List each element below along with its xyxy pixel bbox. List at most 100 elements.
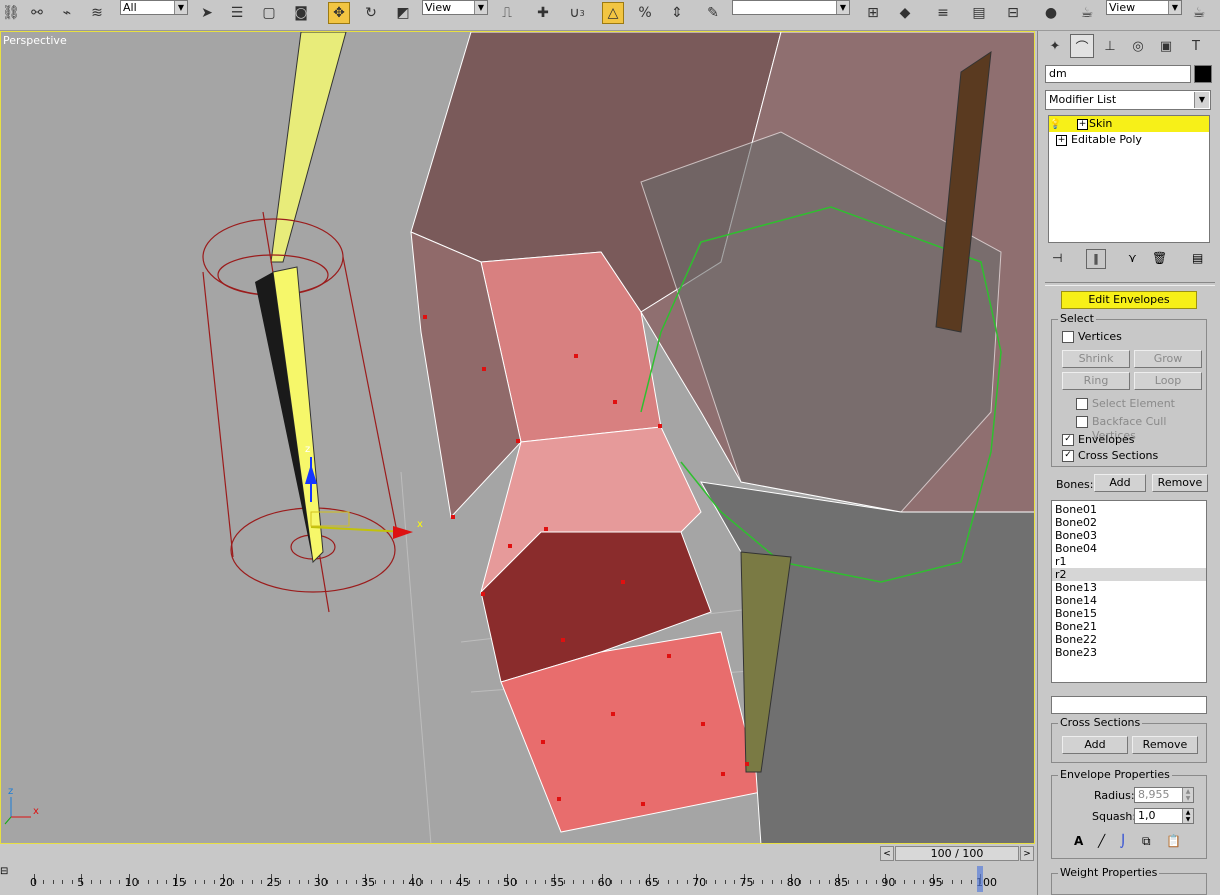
make-unique-icon[interactable]: ⋎ xyxy=(1128,251,1137,265)
align-icon[interactable]: ◆ xyxy=(894,2,916,24)
cross-sections-checkbox[interactable]: ✓ Cross Sections xyxy=(1062,449,1158,463)
rotate-icon[interactable]: ↻ xyxy=(360,2,382,24)
ring-button[interactable]: Ring xyxy=(1062,372,1130,390)
list-item[interactable]: r1 xyxy=(1052,555,1206,568)
utilities-tab-icon[interactable]: T xyxy=(1184,34,1208,58)
mirror-icon[interactable]: ⊞ xyxy=(862,2,884,24)
ruler-label: 60 xyxy=(597,876,612,889)
viewport-scene: z x z x xyxy=(4,32,1034,843)
remove-bone-button[interactable]: Remove xyxy=(1152,474,1208,492)
ruler-tick xyxy=(875,880,877,884)
schematic-view-icon[interactable]: ⊟ xyxy=(1002,2,1024,24)
motion-tab-icon[interactable]: ◎ xyxy=(1126,34,1150,58)
shrink-button[interactable]: Shrink xyxy=(1062,350,1130,368)
select-element-checkbox[interactable]: Select Element xyxy=(1076,397,1175,411)
ruler-tick xyxy=(639,880,641,884)
bone-name-field[interactable] xyxy=(1051,696,1207,714)
envelopes-checkbox[interactable]: ✓ Envelopes xyxy=(1062,433,1134,447)
list-item[interactable]: Bone14 xyxy=(1052,594,1206,607)
use-pivot-icon[interactable]: ⎍ xyxy=(496,2,518,24)
add-bone-button[interactable]: Add xyxy=(1094,474,1146,492)
move-icon[interactable]: ✥ xyxy=(328,2,350,24)
rect-region-icon[interactable]: ▢ xyxy=(258,2,280,24)
loop-button[interactable]: Loop xyxy=(1134,372,1202,390)
select-link-icon[interactable]: ⛓ xyxy=(0,2,22,24)
add-cross-section-button[interactable]: Add xyxy=(1062,736,1128,754)
select-object-icon[interactable]: ➤ xyxy=(196,2,218,24)
list-item[interactable]: Bone21 xyxy=(1052,620,1206,633)
list-item-selected[interactable]: r2 xyxy=(1052,568,1206,581)
chevron-down-icon: ▼ xyxy=(474,1,487,14)
render-scene-icon[interactable]: ☕ xyxy=(1076,2,1098,24)
select-by-name-icon[interactable]: ☰ xyxy=(226,2,248,24)
remove-cross-section-button[interactable]: Remove xyxy=(1132,736,1198,754)
bind-space-warp-icon[interactable]: ⌁ xyxy=(56,2,78,24)
list-item[interactable]: Bone04 xyxy=(1052,542,1206,555)
timeline[interactable]: < 100 / 100 > ⊟ 0 5 10 15 20 25 30 35 40 45 50 55 60… xyxy=(0,844,1037,895)
modifier-list-dropdown[interactable]: Modifier List ▼ xyxy=(1045,90,1211,110)
absolute-relative-icon[interactable]: A xyxy=(1074,834,1083,848)
stack-item-skin[interactable]: 💡 + Skin xyxy=(1049,116,1209,132)
manipulate-icon[interactable]: ✚ xyxy=(532,2,554,24)
create-tab-icon[interactable]: ✦ xyxy=(1043,34,1067,58)
modifier-stack[interactable]: 💡 + Skin + Editable Poly xyxy=(1048,115,1210,243)
modify-tab-icon[interactable]: ⌒ xyxy=(1070,34,1094,58)
current-frame-marker[interactable] xyxy=(977,866,983,892)
list-item[interactable]: Bone22 xyxy=(1052,633,1206,646)
paste-envelope-icon[interactable]: 📋 xyxy=(1166,834,1181,848)
layer-manager-icon[interactable]: ≡ xyxy=(932,2,954,24)
window-crossing-icon[interactable]: ◙ xyxy=(290,2,312,24)
percent-snap-icon[interactable]: % xyxy=(634,2,656,24)
display-tab-icon[interactable]: ▣ xyxy=(1154,34,1178,58)
scale-icon[interactable]: ◩ xyxy=(392,2,414,24)
pin-stack-icon[interactable]: ⊣ xyxy=(1052,251,1062,265)
falloff-icon[interactable]: ╱ xyxy=(1098,834,1105,848)
spinner-snap-icon[interactable]: ⇕ xyxy=(666,2,688,24)
edit-envelopes-button[interactable]: Edit Envelopes xyxy=(1061,291,1197,309)
lightbulb-icon[interactable]: 💡 xyxy=(1049,117,1061,133)
vertices-checkbox[interactable]: Vertices xyxy=(1062,330,1122,344)
time-slider[interactable]: 100 / 100 xyxy=(895,846,1019,861)
remove-modifier-icon[interactable]: 🗑 xyxy=(1152,251,1167,265)
object-color-swatch[interactable] xyxy=(1194,65,1212,83)
material-editor-icon[interactable]: ● xyxy=(1040,2,1062,24)
show-end-result-icon[interactable]: ‖ xyxy=(1086,249,1106,269)
reference-coord-dropdown[interactable]: View ▼ xyxy=(422,0,488,15)
list-item[interactable]: Bone02 xyxy=(1052,516,1206,529)
expand-plus-icon[interactable]: + xyxy=(1056,135,1067,146)
quick-render-icon[interactable]: ☕ xyxy=(1188,2,1210,24)
object-name-field[interactable]: dm xyxy=(1045,65,1191,83)
named-selection-dropdown[interactable]: ▼ xyxy=(732,0,850,15)
list-item[interactable]: Bone01 xyxy=(1052,503,1206,516)
configure-modifier-sets-icon[interactable]: ▤ xyxy=(1192,251,1203,265)
grow-button[interactable]: Grow xyxy=(1134,350,1202,368)
render-type-dropdown[interactable]: View ▼ xyxy=(1106,0,1182,15)
timeline-ruler[interactable]: 0 5 10 15 20 25 30 35 40 45 50 55 60 65 70 75 80 85 90 95 10… xyxy=(16,864,1035,895)
edit-named-sets-icon[interactable]: ✎ xyxy=(702,2,724,24)
list-item[interactable]: Bone15 xyxy=(1052,607,1206,620)
expand-plus-icon[interactable]: + xyxy=(1077,119,1088,130)
selection-filter-dropdown[interactable]: All ▼ xyxy=(120,0,188,15)
unlink-icon[interactable]: ⚯ xyxy=(26,2,48,24)
character-mesh xyxy=(410,32,1034,843)
spinner-arrows-icon[interactable]: ▲ ▼ xyxy=(1182,788,1193,802)
falloff-curve-icon[interactable]: ⌡ xyxy=(1120,834,1126,848)
squash-spinner[interactable]: 1,0 ▲ ▼ xyxy=(1134,808,1194,824)
curve-editor-icon[interactable]: ▤ xyxy=(968,2,990,24)
key-mode-icon[interactable]: ⊟ xyxy=(0,866,14,892)
next-frame-button[interactable]: > xyxy=(1020,846,1034,861)
stack-item-editable-poly[interactable]: + Editable Poly xyxy=(1049,132,1209,148)
list-item[interactable]: Bone13 xyxy=(1052,581,1206,594)
spinner-arrows-icon[interactable]: ▲ ▼ xyxy=(1182,809,1193,823)
snaps-toggle-icon[interactable]: ∪ 3 xyxy=(566,2,588,24)
angle-snap-icon[interactable]: △ xyxy=(602,2,624,24)
ruler-tick xyxy=(828,880,830,884)
perspective-viewport[interactable]: Perspective z x z x xyxy=(0,31,1035,844)
list-item[interactable]: Bone03 xyxy=(1052,529,1206,542)
prev-frame-button[interactable]: < xyxy=(880,846,894,861)
hierarchy-tab-icon[interactable]: ⊥ xyxy=(1098,34,1122,58)
list-item[interactable]: Bone23 xyxy=(1052,646,1206,659)
radius-spinner[interactable]: 8,955 ▲ ▼ xyxy=(1134,787,1194,803)
bones-list[interactable]: Bone01 Bone02 Bone03 Bone04 r1 r2 Bone13… xyxy=(1051,500,1207,683)
copy-envelope-icon[interactable]: ⧉ xyxy=(1142,834,1151,849)
